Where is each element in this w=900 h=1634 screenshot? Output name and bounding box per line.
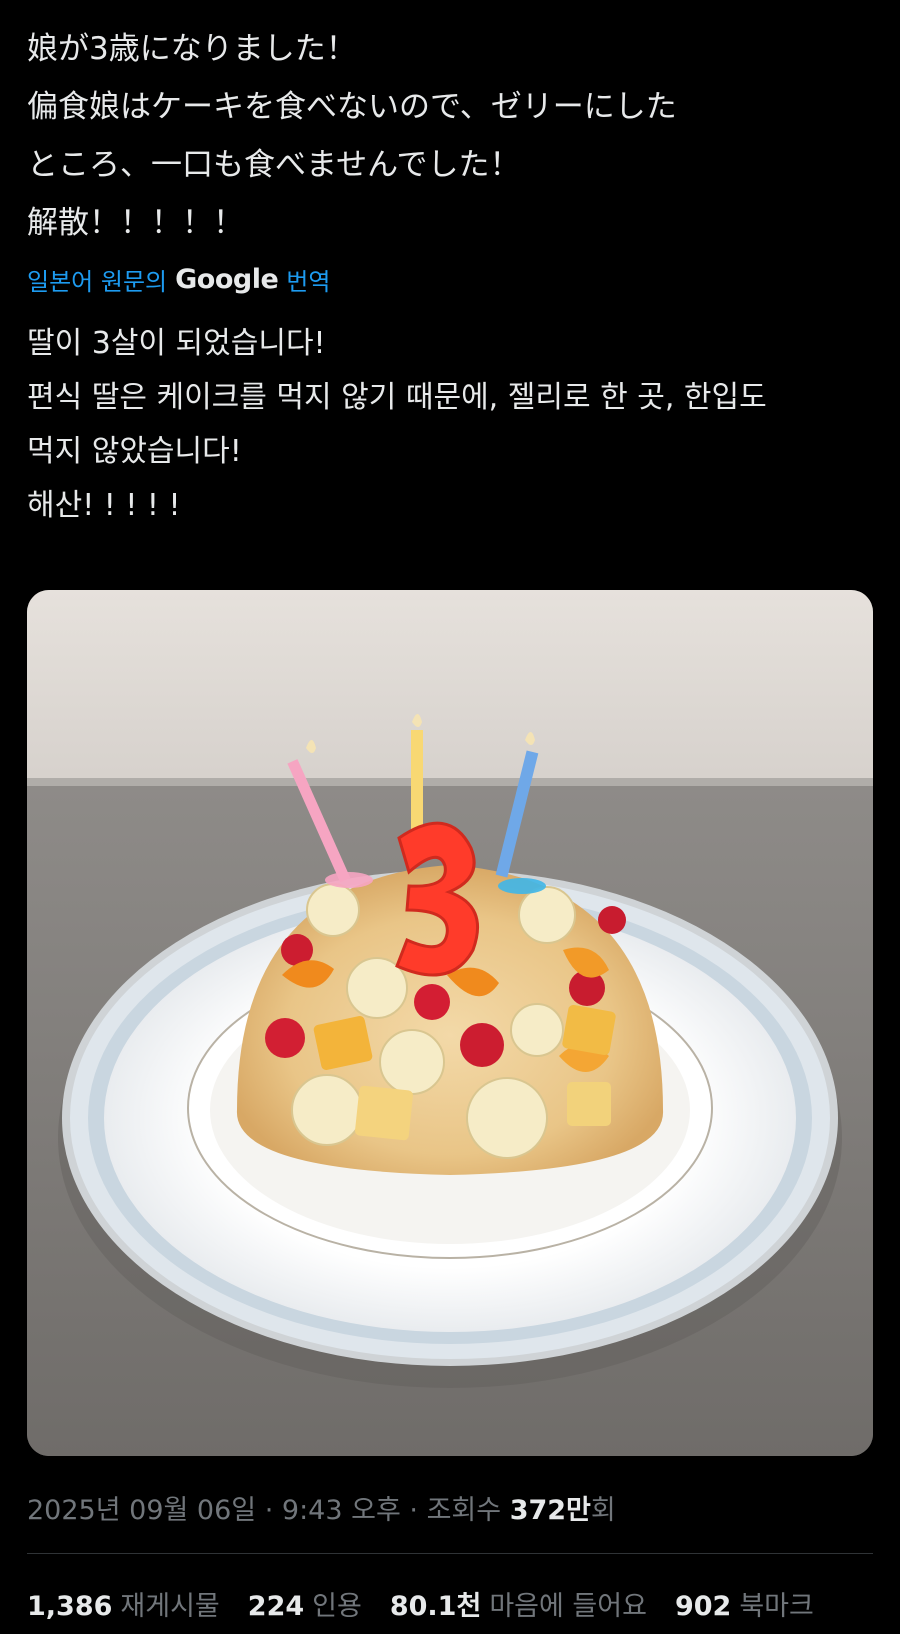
likes-count: 80.1천: [389, 1591, 482, 1622]
tweet-original-text: 娘が3歳になりました！ 偏食娘はケーキを食べないので、ゼリーにした ところ、一口…: [27, 20, 877, 252]
translated-text-line: 먹지 않았습니다!: [27, 434, 242, 469]
tweet-time[interactable]: 9:43 오후: [282, 1495, 401, 1526]
translate-action-label[interactable]: 번역: [286, 262, 330, 297]
tweet-metadata: 2025년 09월 06일 · 9:43 오후 · 조회수 372만회: [27, 1488, 616, 1527]
google-logo: Google: [175, 264, 279, 295]
translate-source-label[interactable]: 일본어 원문의: [27, 262, 167, 297]
bookmarks-stat[interactable]: 902 북마크: [675, 1584, 814, 1623]
views-count: 372만: [509, 1495, 591, 1526]
bookmarks-label: 북마크: [739, 1591, 814, 1622]
retweets-label: 재게시물: [120, 1591, 220, 1622]
retweets-count: 1,386: [27, 1591, 113, 1622]
quotes-count: 224: [247, 1591, 305, 1622]
likes-stat[interactable]: 80.1천 마음에 들어요: [390, 1584, 647, 1623]
translated-text-line: 딸이 3살이 되었습니다!: [27, 326, 326, 361]
jelly-cake-photo: [27, 590, 873, 1456]
translated-text-line: 편식 딸은 케이크를 먹지 않기 때문에, 젤리로 한 곳, 한입도: [27, 380, 767, 415]
tweet-text-line: 解散！！！！！: [27, 205, 244, 241]
tweet-text-line: 偏食娘はケーキを食べないので、ゼリーにした: [27, 89, 677, 125]
tweet-text-line: 娘が3歳になりました！: [27, 31, 357, 67]
bookmarks-count: 902: [674, 1591, 732, 1622]
quotes-label: 인용: [312, 1591, 362, 1622]
tweet-translated-text: 딸이 3살이 되었습니다! 편식 딸은 케이크를 먹지 않기 때문에, 젤리로 …: [27, 317, 887, 533]
engagement-stats: 1,386 재게시물 224 인용 80.1천 마음에 들어요 902 북마크: [27, 1584, 814, 1623]
translated-text-line: 해산! ! ! ! !: [27, 488, 181, 523]
meta-separator: ·: [264, 1495, 282, 1526]
views-label: 조회수: [426, 1495, 502, 1526]
quotes-stat[interactable]: 224 인용: [248, 1584, 362, 1623]
retweets-stat[interactable]: 1,386 재게시물: [27, 1584, 220, 1623]
likes-label: 마음에 들어요: [489, 1591, 647, 1622]
translation-attribution[interactable]: 일본어 원문의 Google 번역: [27, 262, 330, 297]
views-suffix: 회: [590, 1495, 616, 1526]
tweet-photo[interactable]: [27, 590, 873, 1456]
divider: [27, 1553, 873, 1554]
meta-separator: ·: [409, 1495, 427, 1526]
tweet-text-line: ところ、一口も食べませんでした！: [27, 147, 521, 183]
tweet-date[interactable]: 2025년 09월 06일: [27, 1495, 256, 1526]
